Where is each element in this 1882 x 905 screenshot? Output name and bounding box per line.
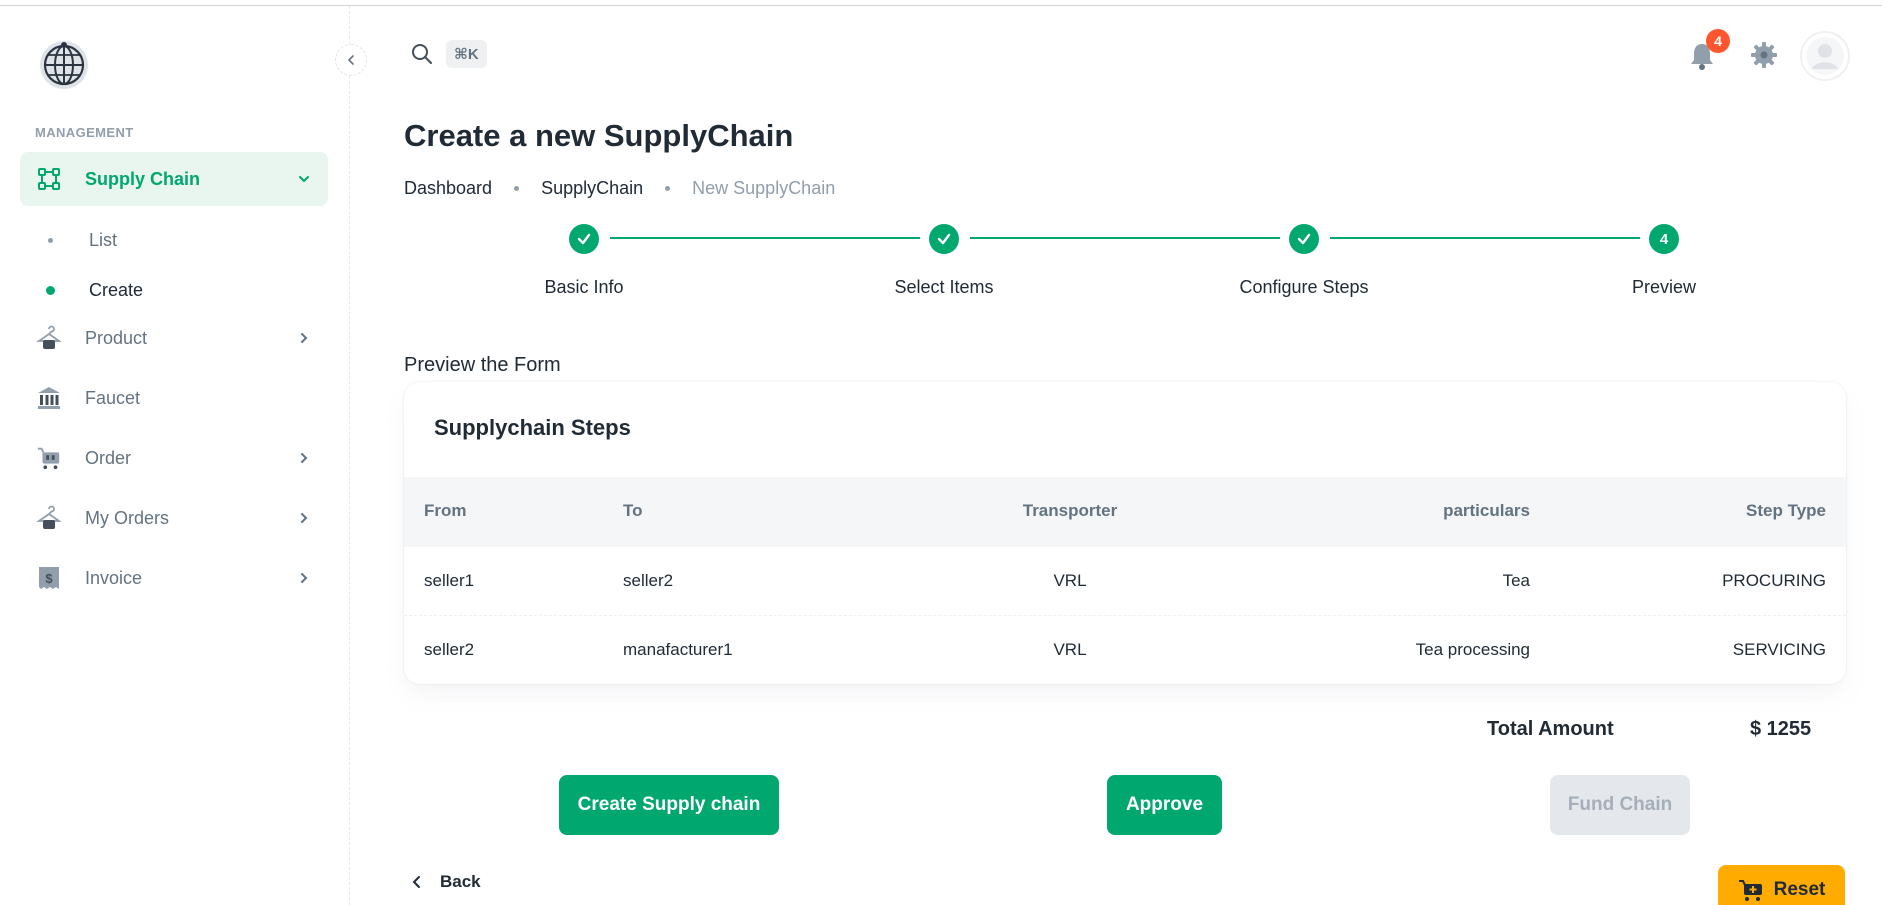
step-label-select-items: Select Items bbox=[894, 277, 994, 297]
step-3-completed-icon bbox=[1289, 224, 1319, 254]
section-label-management: MANAGEMENT bbox=[35, 125, 134, 140]
table-header: From To Transporter particulars Step Typ… bbox=[404, 477, 1846, 547]
preview-form-label: Preview the Form bbox=[404, 354, 561, 376]
cell-from: seller1 bbox=[424, 571, 475, 590]
bullet-dot bbox=[46, 285, 55, 295]
stepper-connector bbox=[970, 237, 1280, 239]
breadcrumb: Dashboard SupplyChain New SupplyChain bbox=[404, 178, 835, 199]
cell-to: seller2 bbox=[623, 571, 674, 590]
step-1-completed-icon bbox=[569, 224, 599, 254]
notification-count-badge: 4 bbox=[1706, 29, 1730, 53]
chevron-right-icon bbox=[294, 568, 314, 588]
cell-particulars: Tea processing bbox=[1415, 640, 1530, 659]
search-button[interactable]: ⌘K bbox=[410, 40, 487, 68]
user-avatar-icon bbox=[1806, 37, 1844, 75]
chevron-left-icon bbox=[347, 55, 354, 65]
sidebar-item-faucet[interactable]: Faucet bbox=[20, 371, 328, 425]
total-amount-label: Total Amount bbox=[1487, 718, 1614, 740]
back-button[interactable]: Back bbox=[410, 872, 481, 892]
supply-chain-icon bbox=[36, 166, 62, 192]
sidebar-subitem-label: List bbox=[89, 229, 118, 250]
sidebar-item-product[interactable]: Product bbox=[20, 311, 328, 365]
column-header-to: To bbox=[623, 501, 643, 520]
chevron-right-icon bbox=[294, 508, 314, 528]
fund-chain-button[interactable]: Fund Chain bbox=[1550, 775, 1690, 835]
column-header-transporter: Transporter bbox=[1022, 501, 1118, 520]
settings-button[interactable] bbox=[1750, 41, 1780, 71]
cell-particulars: Tea bbox=[1502, 571, 1530, 590]
search-shortcut-label: ⌘K bbox=[446, 40, 487, 68]
stepper-connector bbox=[1330, 237, 1640, 239]
approve-button[interactable]: Approve bbox=[1107, 775, 1222, 835]
breadcrumb-supplychain[interactable]: SupplyChain bbox=[541, 178, 643, 199]
breadcrumb-separator bbox=[514, 186, 520, 191]
table-row: seller2 manafacturer1 VRL Tea processing… bbox=[404, 616, 1846, 684]
sidebar-collapse-button[interactable] bbox=[335, 44, 367, 76]
cart-plus-icon bbox=[1738, 880, 1762, 901]
bullet-dot bbox=[48, 237, 53, 243]
column-header-from: From bbox=[424, 501, 467, 520]
invoice-icon: $ bbox=[36, 565, 62, 591]
sidebar-subitem-label: Create bbox=[89, 279, 144, 300]
sidebar: MANAGEMENT Supply Chain List Create Prod… bbox=[0, 6, 350, 905]
search-icon bbox=[412, 44, 432, 64]
total-amount-value: $ 1255 bbox=[1750, 718, 1812, 740]
create-supply-chain-button[interactable]: Create Supply chain bbox=[559, 775, 779, 835]
step-2-completed-icon bbox=[929, 224, 959, 254]
sidebar-subitem-create[interactable]: Create bbox=[20, 268, 328, 312]
sidebar-item-order[interactable]: Order bbox=[20, 431, 328, 485]
sidebar-item-label: Faucet bbox=[85, 387, 141, 408]
step-label-basic-info: Basic Info bbox=[544, 277, 624, 297]
bank-icon bbox=[36, 385, 62, 411]
sidebar-item-supply-chain[interactable]: Supply Chain bbox=[20, 152, 328, 206]
reset-button[interactable]: Reset bbox=[1718, 865, 1845, 905]
chevron-down-icon bbox=[294, 169, 314, 189]
sidebar-item-label: Invoice bbox=[85, 567, 143, 588]
reset-button-label: Reset bbox=[1773, 879, 1826, 900]
globe-logo-icon[interactable] bbox=[38, 39, 90, 91]
step-label-configure-steps: Configure Steps bbox=[1239, 277, 1369, 297]
cell-step-type: PROCURING bbox=[1722, 571, 1826, 590]
breadcrumb-separator bbox=[665, 186, 671, 191]
svg-text:$: $ bbox=[45, 571, 53, 586]
gear-icon bbox=[1751, 42, 1777, 68]
step-label-preview: Preview bbox=[1631, 277, 1697, 297]
card-title: Supplychain Steps bbox=[434, 415, 631, 440]
supplychain-steps-card: Supplychain Steps From To Transporter pa… bbox=[404, 382, 1846, 684]
sidebar-item-label: My Orders bbox=[85, 507, 170, 528]
avatar[interactable] bbox=[1800, 31, 1850, 81]
cell-transporter: VRL bbox=[1053, 640, 1087, 659]
stepper-connector bbox=[610, 237, 920, 239]
back-button-label: Back bbox=[440, 872, 481, 891]
table-row: seller1 seller2 VRL Tea PROCURING bbox=[404, 547, 1846, 616]
cell-transporter: VRL bbox=[1053, 571, 1087, 590]
breadcrumb-current: New SupplyChain bbox=[692, 178, 836, 198]
hanger-icon bbox=[36, 325, 62, 351]
sidebar-item-invoice[interactable]: $ Invoice bbox=[20, 551, 328, 605]
chevron-left-icon bbox=[412, 876, 420, 888]
column-header-particulars: particulars bbox=[1443, 501, 1530, 520]
chevron-right-icon bbox=[294, 328, 314, 348]
breadcrumb-dashboard[interactable]: Dashboard bbox=[404, 178, 492, 199]
hanger-icon bbox=[36, 505, 62, 531]
sidebar-subitem-list[interactable]: List bbox=[20, 218, 328, 262]
cell-step-type: SERVICING bbox=[1732, 640, 1826, 659]
column-header-step-type: Step Type bbox=[1746, 501, 1826, 520]
sidebar-item-my-orders[interactable]: My Orders bbox=[20, 491, 328, 545]
cart-icon bbox=[36, 445, 62, 471]
step-4-active-number: 4 bbox=[1649, 224, 1679, 254]
sidebar-item-label: Order bbox=[85, 447, 132, 468]
cell-to: manafacturer1 bbox=[623, 640, 733, 659]
sidebar-item-label: Supply Chain bbox=[85, 168, 201, 189]
page-title: Create a new SupplyChain bbox=[404, 118, 794, 153]
chevron-right-icon bbox=[294, 448, 314, 468]
sidebar-item-label: Product bbox=[85, 327, 148, 348]
cell-from: seller2 bbox=[424, 640, 475, 659]
